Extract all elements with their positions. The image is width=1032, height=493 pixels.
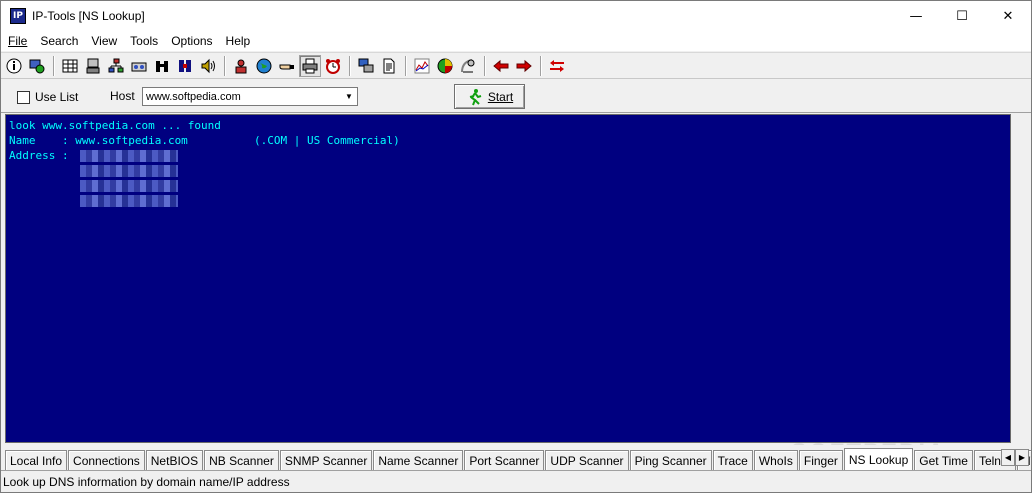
start-button-label: Start <box>487 89 514 104</box>
console-line-3: Address : <box>9 149 76 162</box>
tab-trace[interactable]: Trace <box>712 450 753 470</box>
info-icon[interactable] <box>3 55 25 77</box>
binoculars-icon[interactable] <box>151 55 173 77</box>
scanner-icon[interactable] <box>174 55 196 77</box>
finger-icon[interactable] <box>276 55 298 77</box>
menu-help[interactable]: Help <box>218 34 256 48</box>
arrow-right-icon[interactable] <box>513 55 535 77</box>
title-bar[interactable]: IP IP-Tools [NS Lookup] — ☐ ✕ <box>1 1 1031 31</box>
printer-icon[interactable] <box>299 54 321 77</box>
close-button[interactable]: ✕ <box>985 1 1031 31</box>
tab-port-scanner[interactable]: Port Scanner <box>464 450 545 470</box>
menu-file[interactable]: File <box>1 34 32 48</box>
console-line-1: look www.softpedia.com ... found <box>9 119 221 132</box>
tab-get-time[interactable]: Get Time <box>914 450 973 470</box>
toolbar <box>1 52 1031 79</box>
redacted-address-3 <box>80 180 178 192</box>
use-list-label: Use List <box>35 90 79 104</box>
host-combobox[interactable]: www.softpedia.com ▼ <box>142 87 358 106</box>
tab-scroll-buttons: ◀ ▶ <box>1001 449 1029 466</box>
use-list-checkbox[interactable] <box>17 91 30 104</box>
redacted-address-1 <box>80 150 178 162</box>
menu-search[interactable]: Search <box>32 34 83 48</box>
speaker-icon[interactable] <box>197 55 219 77</box>
pie-chart-icon[interactable] <box>434 55 456 77</box>
console-side-strip <box>1011 114 1029 443</box>
chart-icon[interactable] <box>411 55 433 77</box>
menu-bar: File Search View Tools Options Help <box>1 31 1031 51</box>
redacted-address-4 <box>80 195 178 207</box>
start-button[interactable]: Start <box>454 84 525 109</box>
maximize-button[interactable]: ☐ <box>939 1 985 31</box>
satellite-icon[interactable] <box>457 55 479 77</box>
tab-local-info[interactable]: Local Info <box>5 450 68 470</box>
tab-strip: Local Info Connections NetBIOS NB Scanne… <box>1 445 1031 470</box>
tab-udp-scanner[interactable]: UDP Scanner <box>545 450 629 470</box>
tab-name-scanner[interactable]: Name Scanner <box>373 450 464 470</box>
tree-icon[interactable] <box>105 55 127 77</box>
arrows-exchange-icon[interactable] <box>546 55 568 77</box>
tab-scroll-left-icon[interactable]: ◀ <box>1001 449 1015 466</box>
computers-icon[interactable] <box>355 55 377 77</box>
tab-whois[interactable]: WhoIs <box>753 450 798 470</box>
minimize-button[interactable]: — <box>893 1 939 31</box>
host-input[interactable]: www.softpedia.com <box>143 91 341 103</box>
app-window: IP IP-Tools [NS Lookup] — ☐ ✕ File Searc… <box>0 0 1032 493</box>
tab-scroll-right-icon[interactable]: ▶ <box>1015 449 1029 466</box>
app-icon: IP <box>10 8 26 24</box>
menu-options[interactable]: Options <box>163 34 217 48</box>
host-label: Host <box>110 89 135 103</box>
tab-ping-scanner[interactable]: Ping Scanner <box>629 450 712 470</box>
status-text: Look up DNS information by domain name/I… <box>3 474 290 489</box>
tab-connections[interactable]: Connections <box>68 450 145 470</box>
document-icon[interactable] <box>378 55 400 77</box>
globe-icon[interactable] <box>253 55 275 77</box>
users-icon[interactable] <box>230 55 252 77</box>
chevron-down-icon[interactable]: ▼ <box>341 88 357 105</box>
tab-ns-lookup[interactable]: NS Lookup <box>843 448 914 470</box>
menu-tools[interactable]: Tools <box>122 34 163 48</box>
alarm-clock-icon[interactable] <box>322 55 344 77</box>
status-bar: Look up DNS information by domain name/I… <box>1 470 1031 492</box>
arrow-left-icon[interactable] <box>490 55 512 77</box>
table-icon[interactable] <box>59 55 81 77</box>
nb-scanner-icon[interactable] <box>128 55 150 77</box>
window-title: IP-Tools [NS Lookup] <box>32 9 145 23</box>
workstation-icon[interactable] <box>82 55 104 77</box>
console-line-2: Name : www.softpedia.com (.COM | US Comm… <box>9 134 400 147</box>
tab-netbios[interactable]: NetBIOS <box>145 450 204 470</box>
tab-finger[interactable]: Finger <box>798 450 843 470</box>
tab-nb-scanner[interactable]: NB Scanner <box>204 450 279 470</box>
running-man-icon <box>469 88 482 105</box>
tab-snmp-scanner[interactable]: SNMP Scanner <box>279 450 373 470</box>
network-info-icon[interactable] <box>26 55 48 77</box>
redacted-address-2 <box>80 165 178 177</box>
output-console[interactable]: look www.softpedia.com ... found Name : … <box>5 114 1011 443</box>
menu-view[interactable]: View <box>83 34 122 48</box>
